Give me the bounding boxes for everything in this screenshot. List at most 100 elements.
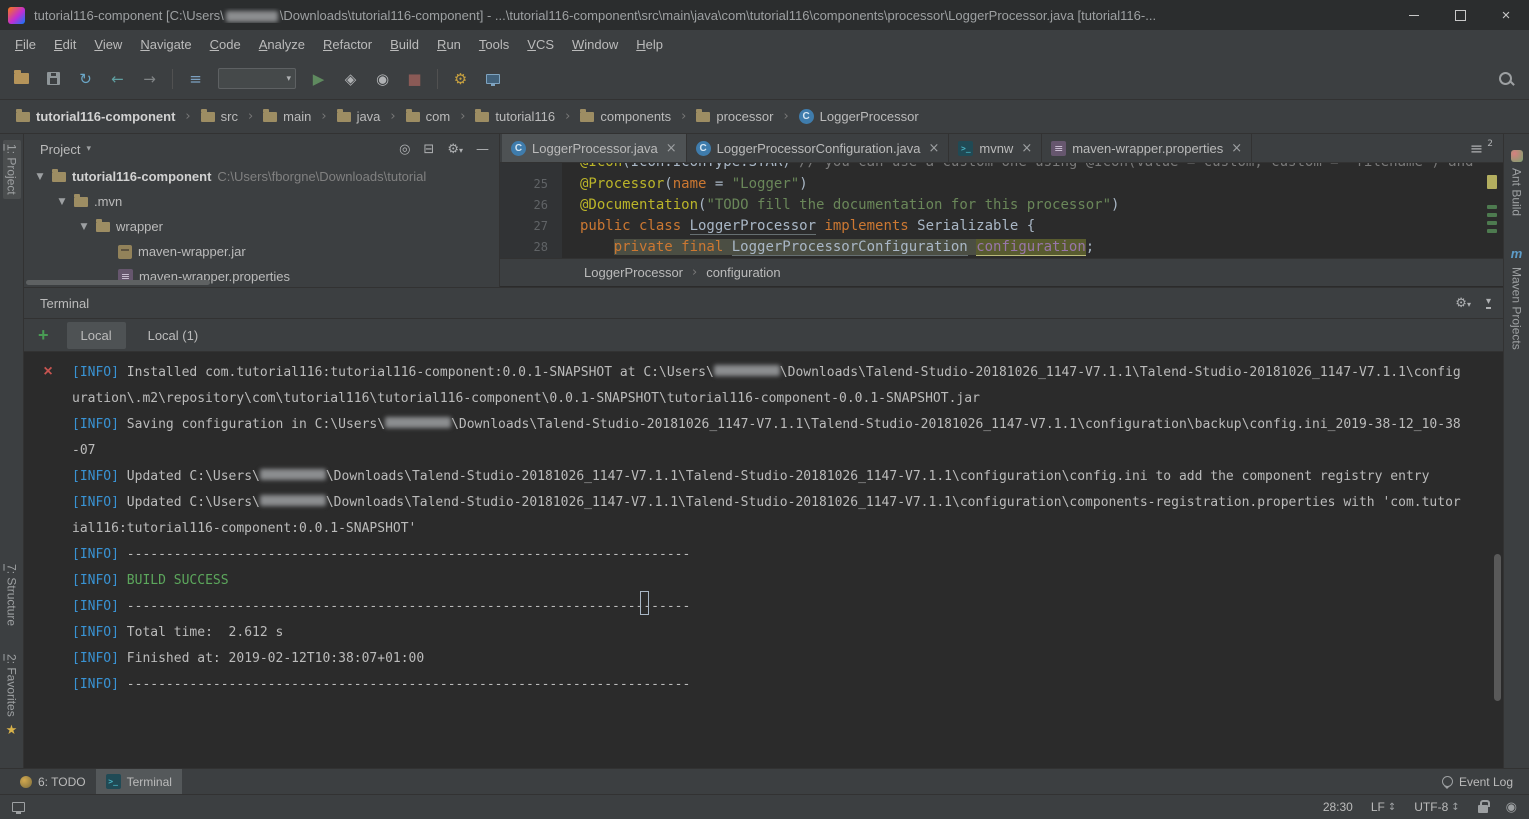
breadcrumb-item[interactable]: components — [578, 107, 673, 126]
close-tab-icon[interactable]: × — [666, 141, 677, 156]
terminal-body[interactable]: × [INFO] Installed com.tutorial116:tutor… — [24, 352, 1503, 768]
terminal-tab[interactable]: Local — [67, 322, 126, 349]
open-file-button[interactable] — [12, 69, 31, 88]
tab-list-icon[interactable]: ≡ — [1470, 139, 1483, 158]
editor-tab[interactable]: >_mvnw× — [949, 134, 1042, 162]
analysis-marker[interactable] — [1487, 221, 1497, 225]
tool-stripe-mavenprojects[interactable]: mMaven Projects — [1510, 246, 1524, 350]
menu-tools[interactable]: Tools — [470, 33, 518, 56]
tool-stripe-structure[interactable]: 7: Structure — [5, 564, 19, 626]
line-number[interactable] — [500, 163, 562, 173]
term-icon: >_ — [958, 141, 973, 156]
stop-process-icon[interactable]: × — [43, 364, 52, 380]
new-session-button[interactable]: + — [38, 325, 49, 346]
hide-panel-button[interactable]: — — [476, 142, 489, 157]
tree-toggle-icon[interactable]: ▼ — [56, 197, 68, 207]
menu-edit[interactable]: Edit — [45, 33, 85, 56]
save-all-button[interactable] — [44, 69, 63, 88]
tool-stripe-project[interactable]: 1: Project — [3, 140, 21, 199]
tree-toggle-icon[interactable]: ▼ — [78, 222, 90, 232]
highlighting-level-icon[interactable]: ◉ — [1506, 800, 1517, 815]
synchronize-button[interactable]: ↻ — [76, 69, 95, 88]
analysis-marker[interactable] — [1487, 205, 1497, 209]
breadcrumb-member[interactable]: configuration — [706, 265, 780, 280]
line-number[interactable]: 28 — [500, 237, 562, 258]
view-options-button[interactable]: ≡ — [186, 69, 205, 88]
breadcrumb-class[interactable]: LoggerProcessor — [584, 265, 683, 280]
editor-tab[interactable]: CLoggerProcessor.java× — [502, 134, 687, 162]
run-anything-button[interactable] — [483, 69, 502, 88]
hide-terminal-button[interactable]: ▾ — [1486, 297, 1491, 309]
todo-tool-button[interactable]: 6: TODO — [10, 769, 96, 794]
analysis-marker[interactable] — [1487, 229, 1497, 233]
terminal-tab[interactable]: Local (1) — [134, 322, 213, 349]
build-button[interactable]: ⚙ — [451, 69, 470, 88]
line-number[interactable]: 27 — [500, 216, 562, 237]
terminal-text: [INFO] — [72, 651, 127, 666]
encoding-widget[interactable]: UTF-8 ↕ — [1414, 800, 1459, 814]
menu-window[interactable]: Window — [563, 33, 627, 56]
tool-stripe-antbuild[interactable]: Ant Build — [1510, 150, 1524, 216]
maximize-button[interactable] — [1437, 0, 1483, 30]
tool-stripe-favorites[interactable]: 2: Favorites★ — [4, 654, 19, 738]
tree-item[interactable]: ▼tutorial116-component C:\Users\fborgne\… — [24, 164, 499, 189]
menu-navigate[interactable]: Navigate — [131, 33, 200, 56]
menu-help[interactable]: Help — [627, 33, 672, 56]
terminal-tool-button[interactable]: >_ Terminal — [96, 769, 182, 794]
horizontal-scrollbar[interactable] — [26, 280, 210, 285]
breadcrumb-item[interactable]: tutorial116 — [473, 107, 557, 126]
tree-item[interactable]: ▼.mvn — [24, 189, 499, 214]
editor-tab[interactable]: ≡maven-wrapper.properties× — [1042, 134, 1252, 162]
collapse-all-button[interactable]: ⊟ — [423, 142, 434, 157]
tree-toggle-icon[interactable]: ▼ — [34, 172, 46, 182]
line-number[interactable]: 25 — [500, 174, 562, 195]
close-tab-icon[interactable]: × — [1231, 141, 1242, 156]
tree-item-path: C:\Users\fborgne\Downloads\tutorial — [217, 169, 426, 184]
line-separator-widget[interactable]: LF ↕ — [1371, 800, 1396, 814]
caret-position-widget[interactable]: 28:30 — [1323, 800, 1353, 814]
back-button[interactable]: ← — [108, 69, 127, 88]
tree-item[interactable]: maven-wrapper.jar — [24, 239, 499, 264]
menu-refactor[interactable]: Refactor — [314, 33, 381, 56]
line-number[interactable]: 26 — [500, 195, 562, 216]
forward-button[interactable]: → — [140, 69, 159, 88]
menu-code[interactable]: Code — [201, 33, 250, 56]
breadcrumb-item[interactable]: main — [261, 107, 313, 126]
code-editor[interactable]: @Icon(Icon.IconType.STAR) // you can use… — [500, 163, 1503, 258]
readonly-lock-icon[interactable] — [1478, 805, 1488, 813]
breadcrumb-item[interactable]: tutorial116-component — [14, 107, 177, 126]
tool-window-toggle-icon[interactable] — [12, 802, 25, 812]
menu-run[interactable]: Run — [428, 33, 470, 56]
breadcrumb-item[interactable]: java — [335, 107, 383, 126]
editor-tab[interactable]: CLoggerProcessorConfiguration.java× — [687, 134, 950, 162]
breadcrumb-item[interactable]: com — [404, 107, 453, 126]
project-panel-title[interactable]: Project — [40, 142, 80, 157]
tree-item[interactable]: ▼wrapper — [24, 214, 499, 239]
analysis-marker[interactable] — [1487, 175, 1497, 189]
menu-file[interactable]: File — [6, 33, 45, 56]
breadcrumb-item[interactable]: src — [199, 107, 240, 126]
breadcrumb-item[interactable]: CLoggerProcessor — [797, 107, 921, 126]
close-tab-icon[interactable]: × — [928, 141, 939, 156]
analysis-marker[interactable] — [1487, 213, 1497, 217]
locate-file-button[interactable]: ◎ — [399, 142, 410, 157]
stop-button[interactable]: ■ — [405, 69, 424, 88]
menu-analyze[interactable]: Analyze — [250, 33, 314, 56]
coverage-button[interactable]: ◈ — [341, 69, 360, 88]
event-log-button[interactable]: Event Log — [1442, 775, 1519, 789]
terminal-settings-button[interactable]: ⚙▾ — [1455, 296, 1471, 311]
close-button[interactable]: × — [1483, 0, 1529, 30]
profile-button[interactable]: ◉ — [373, 69, 392, 88]
menu-vcs[interactable]: VCS — [518, 33, 563, 56]
settings-button[interactable]: ⚙▾ — [447, 142, 463, 157]
menu-view[interactable]: View — [85, 33, 131, 56]
terminal-scrollbar[interactable] — [1494, 554, 1501, 701]
close-tab-icon[interactable]: × — [1021, 141, 1032, 156]
code-line: @Icon(Icon.IconType.STAR) // you can use… — [500, 163, 1503, 173]
search-everywhere-button[interactable] — [1497, 70, 1515, 88]
run-button[interactable]: ▶ — [309, 69, 328, 88]
run-configuration-select[interactable]: ▾ — [218, 68, 296, 89]
menu-build[interactable]: Build — [381, 33, 428, 56]
minimize-button[interactable] — [1391, 0, 1437, 30]
breadcrumb-item[interactable]: processor — [694, 107, 775, 126]
